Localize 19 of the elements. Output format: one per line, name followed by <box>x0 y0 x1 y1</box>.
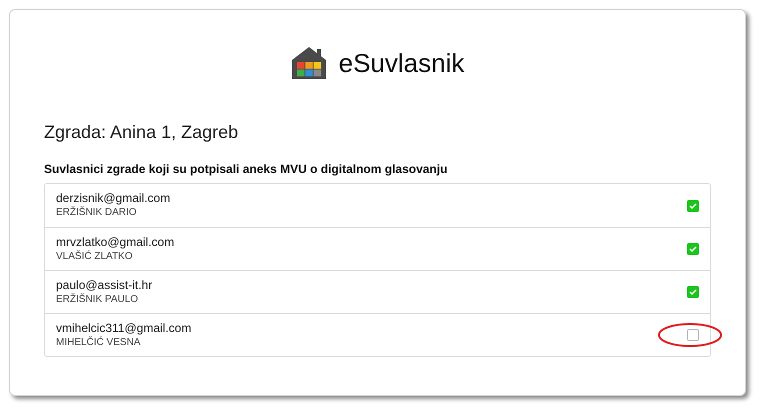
owner-email: derzisnik@gmail.com <box>56 191 170 206</box>
signed-checkbox[interactable] <box>687 200 699 212</box>
house-logo-icon <box>290 46 327 80</box>
section-title: Suvlasnici zgrade koji su potpisali aneks MVU o digitalnom glasovanju <box>44 161 448 177</box>
check-icon <box>689 288 697 296</box>
owner-email: mrvzlatko@gmail.com <box>56 234 174 250</box>
signed-checkbox[interactable] <box>687 329 699 341</box>
building-title: Zgrada: Anina 1, Zagreb <box>44 121 240 143</box>
owner-email: paulo@assist-it.hr <box>56 278 152 292</box>
owner-name: VLAŠIĆ ZLATKO <box>56 250 134 264</box>
owner-name: ERŽIŠNIK DARIO <box>56 206 138 220</box>
signed-checkbox[interactable] <box>687 286 699 298</box>
owner-name: MIHELČIĆ VESNA <box>56 336 142 350</box>
owner-email: vmihelcic311@gmail.com <box>56 320 192 336</box>
owner-name: ERŽIŠNIK PAULO <box>56 292 140 306</box>
signed-checkbox[interactable] <box>687 243 699 255</box>
check-icon <box>689 202 697 210</box>
app-title: eSuvlasnik <box>338 46 464 80</box>
check-icon <box>689 245 697 253</box>
